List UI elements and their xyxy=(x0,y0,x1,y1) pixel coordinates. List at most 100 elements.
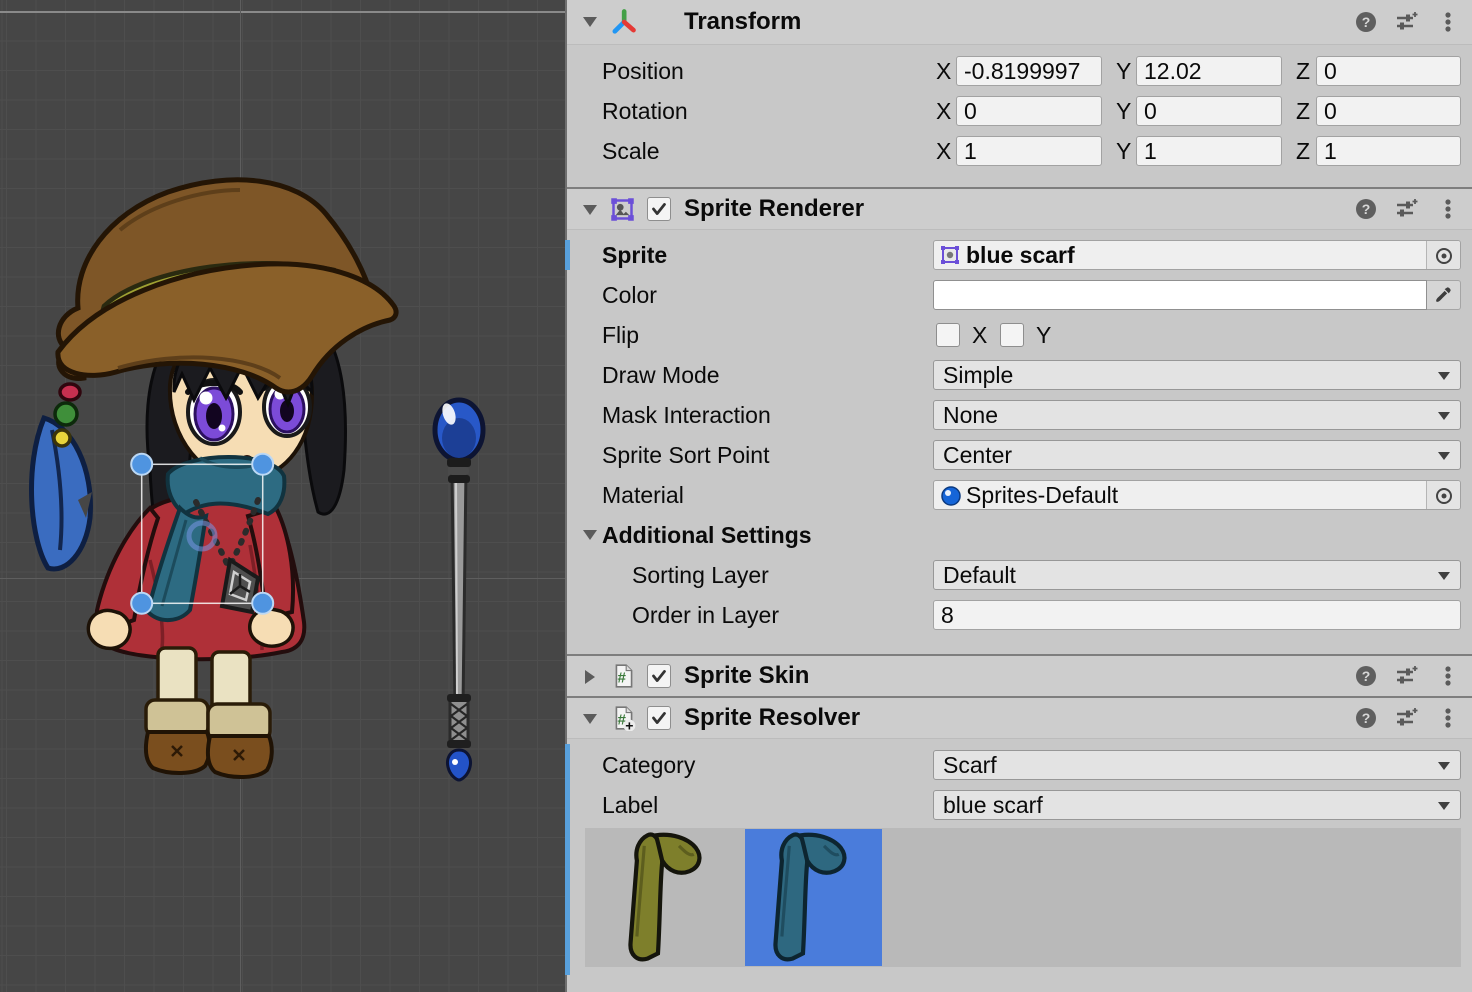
more-menu-icon[interactable] xyxy=(1436,706,1460,730)
help-icon[interactable]: ? xyxy=(1354,706,1378,730)
category-label: Category xyxy=(602,750,695,780)
mask-interaction-dropdown[interactable]: None xyxy=(933,400,1461,430)
material-label: Material xyxy=(602,480,684,510)
sprite-sort-point-value: Center xyxy=(943,441,1012,469)
inspector-panel: Transform ? Position X Y Z Rotation X Y … xyxy=(567,0,1472,992)
mask-interaction-value: None xyxy=(943,401,998,429)
mask-interaction-label: Mask Interaction xyxy=(602,400,771,430)
selection-handle-bottom-left[interactable] xyxy=(131,593,152,614)
component-enabled-checkbox[interactable] xyxy=(647,664,671,688)
selection-handle-bottom-right[interactable] xyxy=(252,593,273,614)
presets-icon[interactable] xyxy=(1394,10,1418,34)
component-enabled-checkbox[interactable] xyxy=(647,706,671,730)
draw-mode-label: Draw Mode xyxy=(602,360,720,390)
object-picker-icon xyxy=(1434,486,1454,506)
component-title: Transform xyxy=(684,2,801,42)
axis-z-label: Z xyxy=(1296,136,1310,166)
more-menu-icon[interactable] xyxy=(1436,664,1460,688)
material-object-field[interactable]: Sprites-Default xyxy=(933,480,1461,510)
help-icon[interactable]: ? xyxy=(1354,10,1378,34)
position-z-input[interactable] xyxy=(1316,56,1461,86)
flip-y-checkbox[interactable] xyxy=(1000,323,1024,347)
sprite-renderer-header[interactable]: Sprite Renderer ? xyxy=(567,189,1472,230)
chevron-down-icon xyxy=(1438,572,1450,580)
position-x-input[interactable] xyxy=(956,56,1102,86)
draw-mode-value: Simple xyxy=(943,361,1013,389)
svg-text:?: ? xyxy=(1362,14,1371,30)
chevron-down-icon xyxy=(1438,762,1450,770)
presets-icon[interactable] xyxy=(1394,706,1418,730)
scale-x-input[interactable] xyxy=(956,136,1102,166)
object-picker-button[interactable] xyxy=(1426,481,1460,509)
position-y-input[interactable] xyxy=(1136,56,1282,86)
presets-icon[interactable] xyxy=(1394,664,1418,688)
scale-label: Scale xyxy=(602,136,660,166)
foldout-open-icon[interactable] xyxy=(581,528,599,542)
staff-sprite[interactable] xyxy=(435,400,483,780)
draw-mode-dropdown[interactable]: Simple xyxy=(933,360,1461,390)
foldout-closed-icon[interactable] xyxy=(583,668,597,686)
witch-character-sprite[interactable] xyxy=(32,180,397,777)
svg-text:#: # xyxy=(618,670,627,687)
axis-x-label: X xyxy=(936,136,951,166)
eyedropper-button[interactable] xyxy=(1427,280,1461,310)
material-value: Sprites-Default xyxy=(966,481,1118,509)
foldout-open-icon[interactable] xyxy=(581,203,599,217)
sprite-object-field[interactable]: blue scarf xyxy=(933,240,1461,270)
chevron-down-icon xyxy=(1438,452,1450,460)
flip-x-checkbox[interactable] xyxy=(936,323,960,347)
sorting-layer-dropdown[interactable]: Default xyxy=(933,560,1461,590)
color-label: Color xyxy=(602,280,657,310)
scale-z-input[interactable] xyxy=(1316,136,1461,166)
sprite-resolver-header[interactable]: # + Sprite Resolver ? xyxy=(567,698,1472,739)
component-enabled-checkbox[interactable] xyxy=(647,197,671,221)
sorting-layer-label: Sorting Layer xyxy=(632,560,769,590)
rotation-y-input[interactable] xyxy=(1136,96,1282,126)
sprite-value: blue scarf xyxy=(966,241,1075,269)
more-menu-icon[interactable] xyxy=(1436,10,1460,34)
component-title: Sprite Skin xyxy=(684,656,809,696)
more-menu-icon[interactable] xyxy=(1436,197,1460,221)
scale-y-input[interactable] xyxy=(1136,136,1282,166)
category-dropdown[interactable]: Scarf xyxy=(933,750,1461,780)
flip-label: Flip xyxy=(602,320,639,350)
order-in-layer-label: Order in Layer xyxy=(632,600,779,630)
component-title: Sprite Resolver xyxy=(684,698,860,738)
color-swatch[interactable] xyxy=(933,280,1427,310)
object-picker-button[interactable] xyxy=(1426,241,1460,269)
object-picker-icon xyxy=(1434,246,1454,266)
order-in-layer-input[interactable] xyxy=(933,600,1461,630)
label-dropdown[interactable]: blue scarf xyxy=(933,790,1461,820)
unity-editor: Transform ? Position X Y Z Rotation X Y … xyxy=(0,0,1472,992)
rotation-x-input[interactable] xyxy=(956,96,1102,126)
axis-z-label: Z xyxy=(1296,56,1310,86)
rotation-label: Rotation xyxy=(602,96,688,126)
foldout-open-icon[interactable] xyxy=(581,712,599,726)
help-icon[interactable]: ? xyxy=(1354,664,1378,688)
thumbnail-blue-scarf-selected[interactable] xyxy=(745,829,882,966)
sprite-sort-point-dropdown[interactable]: Center xyxy=(933,440,1461,470)
svg-text:+: + xyxy=(625,717,633,731)
foldout-open-icon[interactable] xyxy=(581,15,599,29)
script-icon: # xyxy=(611,663,637,689)
thumbnail-green-scarf[interactable] xyxy=(600,829,737,966)
chevron-down-icon xyxy=(1438,802,1450,810)
help-icon[interactable]: ? xyxy=(1354,197,1378,221)
selection-handle-top-left[interactable] xyxy=(131,454,152,475)
sprite-sort-point-label: Sprite Sort Point xyxy=(602,440,769,470)
sprite-variant-strip xyxy=(585,828,1461,967)
chevron-down-icon xyxy=(1438,412,1450,420)
additional-settings-label[interactable]: Additional Settings xyxy=(602,520,812,550)
sprite-skin-header[interactable]: # Sprite Skin ? xyxy=(567,656,1472,697)
selection-handle-top-right[interactable] xyxy=(252,454,273,475)
hat-bead-yellow xyxy=(54,430,70,446)
label-label: Label xyxy=(602,790,658,820)
presets-icon[interactable] xyxy=(1394,197,1418,221)
sorting-layer-value: Default xyxy=(943,561,1016,589)
svg-text:?: ? xyxy=(1362,710,1371,726)
rotation-z-input[interactable] xyxy=(1316,96,1461,126)
scene-view xyxy=(0,0,565,992)
transform-icon xyxy=(609,8,637,36)
axis-x-label: X xyxy=(936,56,951,86)
transform-header[interactable]: Transform ? xyxy=(567,0,1472,45)
